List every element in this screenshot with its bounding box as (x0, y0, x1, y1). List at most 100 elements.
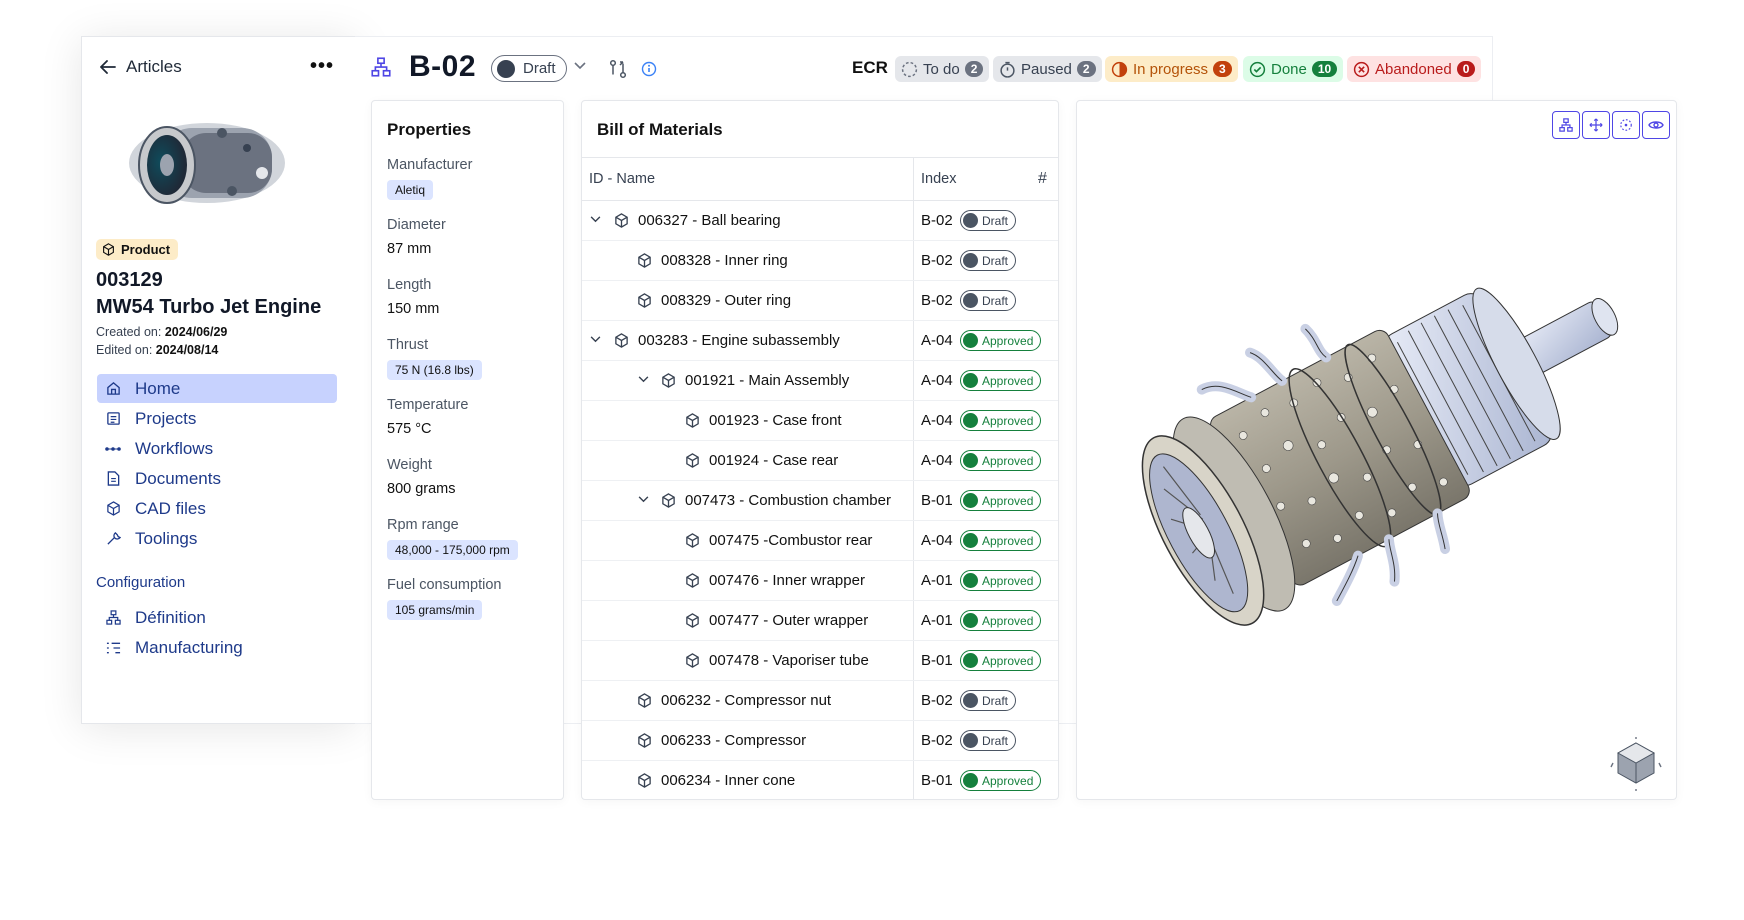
ecr-status-todo[interactable]: To do 2 (895, 56, 990, 82)
product-type-badge: Product (96, 239, 179, 260)
property-label: Manufacturer (387, 157, 473, 173)
chevron-down-icon[interactable] (590, 336, 601, 343)
bom-row[interactable]: 008329 - Outer ring B-02 Draft (582, 281, 1058, 321)
bom-item-label: 003283 - Engine subassembly (638, 332, 840, 349)
explode-tool-button[interactable] (1612, 111, 1640, 139)
bom-row[interactable]: 007477 - Outer wrapper A-01 Approved (582, 601, 1058, 641)
status-abandoned-icon (1353, 61, 1370, 77)
workflows-icon (105, 441, 121, 457)
chevron-down-icon[interactable] (638, 496, 649, 503)
move-tool-button[interactable] (1582, 111, 1610, 139)
nav-item-projects[interactable]: Projects (97, 404, 337, 433)
col-id-name[interactable]: ID - Name (589, 171, 655, 187)
property-value: 75 N (16.8 lbs) (387, 360, 482, 380)
bom-item-status-badge: Draft (960, 290, 1017, 311)
chevron-down-icon[interactable] (638, 376, 649, 383)
bom-row[interactable]: 006234 - Inner cone B-01 Approved (582, 761, 1058, 799)
nav-item-documents[interactable]: Documents (97, 464, 337, 493)
status-done-icon (1249, 61, 1266, 77)
bom-row[interactable]: 001923 - Case front A-04 Approved (582, 401, 1058, 441)
ecr-status-paused[interactable]: Paused 2 (993, 56, 1102, 82)
ecr-status-abandoned[interactable]: Abandoned 0 (1347, 56, 1482, 82)
nav-item-definition[interactable]: Définition (97, 603, 337, 632)
nav-label: Projects (135, 408, 197, 428)
bom-item-status-badge: Approved (960, 330, 1042, 351)
nav-label: CAD files (135, 498, 206, 518)
bom-row[interactable]: 006233 - Compressor B-02 Draft (582, 721, 1058, 761)
ecr-status-label: Done (1271, 60, 1307, 78)
bom-row[interactable]: 008328 - Inner ring B-02 Draft (582, 241, 1058, 281)
bom-row[interactable]: 007475 -Combustor rear A-04 Approved (582, 521, 1058, 561)
cube-icon (103, 243, 114, 256)
hierarchy-icon (105, 610, 121, 626)
bom-row[interactable]: 001921 - Main Assembly A-04 Approved (582, 361, 1058, 401)
bom-item-status: Approved (982, 573, 1034, 588)
bom-item-name: 003283 - Engine subassembly (614, 332, 840, 349)
ecr-status-count: 10 (1311, 61, 1338, 77)
more-options-button[interactable]: ••• (310, 55, 334, 78)
product-id: 003129 (96, 269, 163, 291)
nav-item-home[interactable]: Home (97, 374, 337, 403)
nav-label: Home (135, 378, 181, 398)
bom-item-status: Draft (982, 693, 1009, 708)
bom-item-index: B-01 (921, 492, 953, 509)
property-value: 800 grams (387, 481, 456, 497)
bom-item-index: A-04 (921, 412, 953, 429)
ecr-status-done[interactable]: Done 10 (1243, 56, 1344, 82)
chevron-down-icon[interactable] (574, 62, 586, 70)
bom-item-name: 007476 - Inner wrapper (685, 572, 865, 589)
bom-row[interactable]: 007478 - Vaporiser tube B-01 Approved (582, 641, 1058, 681)
document-icon (105, 471, 121, 487)
revision-status-pill[interactable]: Draft (491, 55, 567, 82)
bom-item-status-badge: Approved (960, 450, 1042, 471)
bom-row[interactable]: 006327 - Ball bearing B-02 Draft (582, 201, 1058, 241)
nav-item-manufacturing[interactable]: Manufacturing (97, 633, 337, 662)
view-cube[interactable] (1609, 737, 1663, 791)
main-nav: Home Projects Workflows Documents CAD fi… (97, 374, 337, 554)
bom-row[interactable]: 001924 - Case rear A-04 Approved (582, 441, 1058, 481)
status-dot (963, 533, 978, 548)
status-dot (963, 733, 978, 748)
move-icon (1589, 118, 1603, 132)
wrench-icon (105, 531, 121, 547)
hierarchy-tool-button[interactable] (1552, 111, 1580, 139)
status-dot (963, 613, 978, 628)
col-index[interactable]: Index (921, 171, 956, 187)
property-label: Fuel consumption (387, 577, 502, 593)
bom-item-status: Approved (982, 613, 1034, 628)
cube-icon (686, 533, 699, 548)
property-label: Temperature (387, 397, 469, 413)
status-dot (963, 253, 978, 268)
jet-engine-3d-model[interactable] (1097, 251, 1667, 631)
ecr-status-in-progress[interactable]: In progress 3 (1105, 56, 1238, 82)
bom-row[interactable]: 007473 - Combustion chamber B-01 Approved (582, 481, 1058, 521)
bom-row[interactable]: 003283 - Engine subassembly A-04 Approved (582, 321, 1058, 361)
chevron-down-icon[interactable] (590, 216, 601, 223)
cube-icon (662, 493, 675, 508)
bom-item-label: 008329 - Outer ring (661, 292, 792, 309)
bom-item-status: Approved (982, 453, 1034, 468)
col-hash[interactable]: # (1038, 170, 1047, 188)
cube-icon (686, 413, 699, 428)
bom-row[interactable]: 007476 - Inner wrapper A-01 Approved (582, 561, 1058, 601)
visibility-tool-button[interactable] (1642, 111, 1670, 139)
nav-label: Définition (135, 607, 206, 627)
nav-item-cad-files[interactable]: CAD files (97, 494, 337, 523)
cube-icon (638, 293, 651, 308)
status-paused-icon (1000, 61, 1015, 78)
compare-icon[interactable] (609, 59, 627, 79)
nav-item-workflows[interactable]: Workflows (97, 434, 337, 463)
bom-item-index: B-02 (921, 692, 953, 709)
bom-row[interactable]: 006232 - Compressor nut B-02 Draft (582, 681, 1058, 721)
status-dot (963, 213, 978, 228)
bom-item-status: Approved (982, 493, 1034, 508)
cad-viewer[interactable] (1076, 100, 1677, 800)
bom-item-index: A-04 (921, 332, 953, 349)
bom-item-status-badge: Approved (960, 610, 1042, 631)
nav-item-toolings[interactable]: Toolings (97, 524, 337, 553)
property-label: Thrust (387, 337, 429, 353)
back-label: Articles (126, 57, 182, 76)
info-icon[interactable] (641, 61, 657, 77)
back-to-articles-link[interactable]: Articles (100, 57, 182, 77)
explode-icon (1620, 119, 1632, 131)
